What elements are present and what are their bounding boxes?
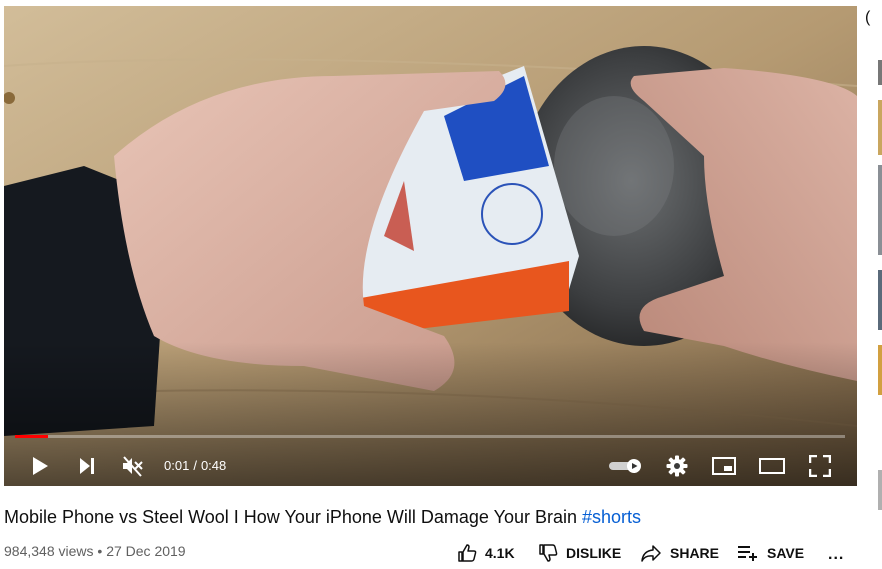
- thumbs-up-icon: [458, 544, 477, 562]
- more-actions-button[interactable]: ...: [828, 543, 844, 567]
- fullscreen-button[interactable]: [805, 452, 835, 480]
- miniplayer-icon: [712, 457, 736, 475]
- play-icon: [33, 457, 48, 475]
- video-meta: 984,348 views • 27 Dec 2019: [4, 543, 186, 559]
- side-panel-edge: (: [857, 0, 882, 569]
- theater-mode-icon: [759, 458, 785, 474]
- video-title-text: Mobile Phone vs Steel Wool I How Your iP…: [4, 507, 577, 527]
- like-button[interactable]: 4.1K: [457, 541, 515, 565]
- share-button[interactable]: SHARE: [640, 541, 719, 565]
- settings-button[interactable]: [662, 452, 692, 480]
- sidebar-glyph: (: [865, 9, 871, 26]
- playlist-add-icon: [738, 546, 757, 561]
- meta-bullet: •: [97, 543, 103, 559]
- share-label: SHARE: [670, 545, 720, 561]
- current-time: 0:01: [164, 458, 190, 473]
- duration: 0:48: [200, 458, 227, 473]
- sidebar-stripe: [878, 60, 882, 85]
- theater-mode-button[interactable]: [757, 452, 787, 480]
- thumbs-down-icon: [539, 544, 558, 562]
- next-button[interactable]: [72, 452, 102, 480]
- sidebar-stripe: [878, 345, 882, 395]
- gear-icon: [666, 455, 688, 477]
- video-player[interactable]: 0:01/0:48: [4, 6, 857, 486]
- volume-muted-icon: [123, 456, 143, 477]
- play-button[interactable]: [24, 452, 56, 480]
- video-frame: [4, 6, 857, 486]
- like-count: 4.1K: [485, 545, 515, 561]
- video-title: Mobile Phone vs Steel Wool I How Your iP…: [4, 507, 641, 528]
- hashtag-link[interactable]: #shorts: [582, 507, 641, 527]
- sidebar-stripe: [878, 100, 882, 155]
- progress-played: [15, 435, 49, 438]
- fullscreen-icon: [809, 455, 831, 477]
- dislike-button[interactable]: DISLIKE: [538, 541, 621, 565]
- dislike-label: DISLIKE: [566, 545, 622, 561]
- progress-bar[interactable]: [15, 435, 845, 438]
- share-arrow-icon: [641, 545, 661, 562]
- more-icon: ...: [828, 546, 845, 563]
- upload-date: 27 Dec 2019: [106, 543, 186, 559]
- mute-button[interactable]: [117, 452, 149, 480]
- view-count: 984,348 views: [4, 543, 94, 559]
- time-display: 0:01/0:48: [164, 454, 226, 478]
- sidebar-stripe: [878, 270, 882, 330]
- time-separator: /: [193, 458, 197, 473]
- autoplay-toggle-icon: [609, 459, 641, 473]
- autoplay-toggle[interactable]: [608, 452, 644, 480]
- next-icon: [80, 458, 94, 474]
- miniplayer-button[interactable]: [709, 452, 739, 480]
- save-button[interactable]: SAVE: [737, 541, 804, 565]
- sidebar-stripe: [878, 165, 882, 255]
- sidebar-stripe: [878, 470, 882, 510]
- save-label: SAVE: [767, 545, 805, 561]
